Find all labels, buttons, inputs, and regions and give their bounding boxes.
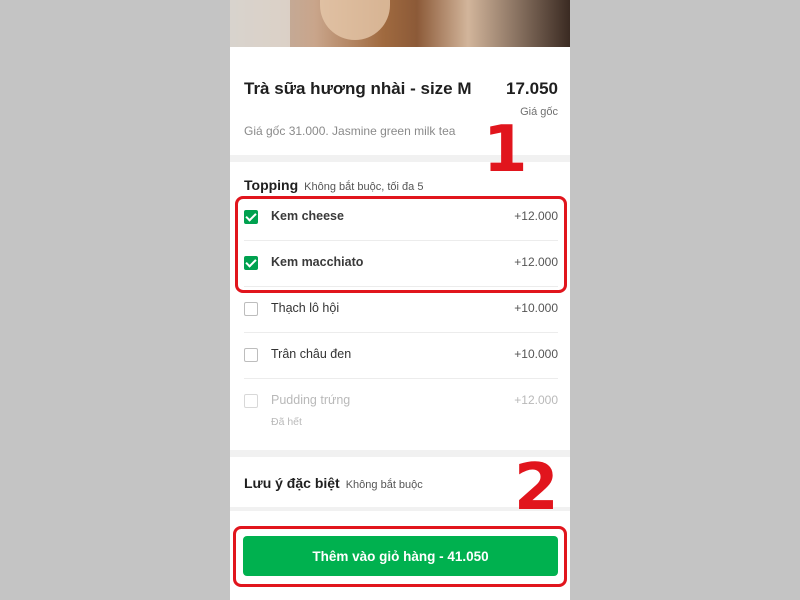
annotation-marker-2: 2	[514, 451, 559, 525]
product-price: 17.050	[506, 79, 558, 98]
highlight-box-add-to-cart	[233, 526, 567, 587]
topping-subtitle: Không bắt buộc, tối đa 5	[304, 181, 424, 193]
topping-option-pudding-trung: Pudding trứng +12.000 Đã hết	[230, 379, 570, 449]
annotation-marker-1: 1	[483, 113, 528, 187]
option-price: +10.000	[514, 347, 558, 361]
option-price: +12.000	[514, 393, 558, 407]
checkbox-icon[interactable]	[244, 348, 258, 362]
checkbox-icon[interactable]	[244, 302, 258, 316]
product-description: Giá gốc 31.000. Jasmine green milk tea	[244, 124, 456, 138]
topping-header: Topping Không bắt buộc, tối đa 5	[244, 177, 423, 193]
topping-option-tran-chau-den[interactable]: Trân châu đen +10.000	[230, 333, 570, 379]
note-subtitle: Không bắt buộc	[345, 479, 423, 491]
option-label: Thạch lô hội	[271, 301, 340, 315]
option-label: Trân châu đen	[271, 347, 352, 361]
sold-out-label: Đã hết	[271, 416, 302, 428]
note-header: Lưu ý đặc biệt Không bắt buộc	[244, 475, 423, 491]
product-name: Trà sữa hương nhài - size M	[244, 79, 472, 98]
checkbox-disabled-icon	[244, 394, 258, 408]
option-label: Pudding trứng	[271, 393, 351, 407]
option-price: +10.000	[514, 301, 558, 315]
product-image	[230, 0, 570, 47]
topping-option-thach-lo-hoi[interactable]: Thạch lô hội +10.000	[230, 287, 570, 333]
note-title: Lưu ý đặc biệt	[244, 475, 340, 491]
topping-title: Topping	[244, 177, 299, 193]
highlight-box-toppings	[235, 196, 567, 293]
